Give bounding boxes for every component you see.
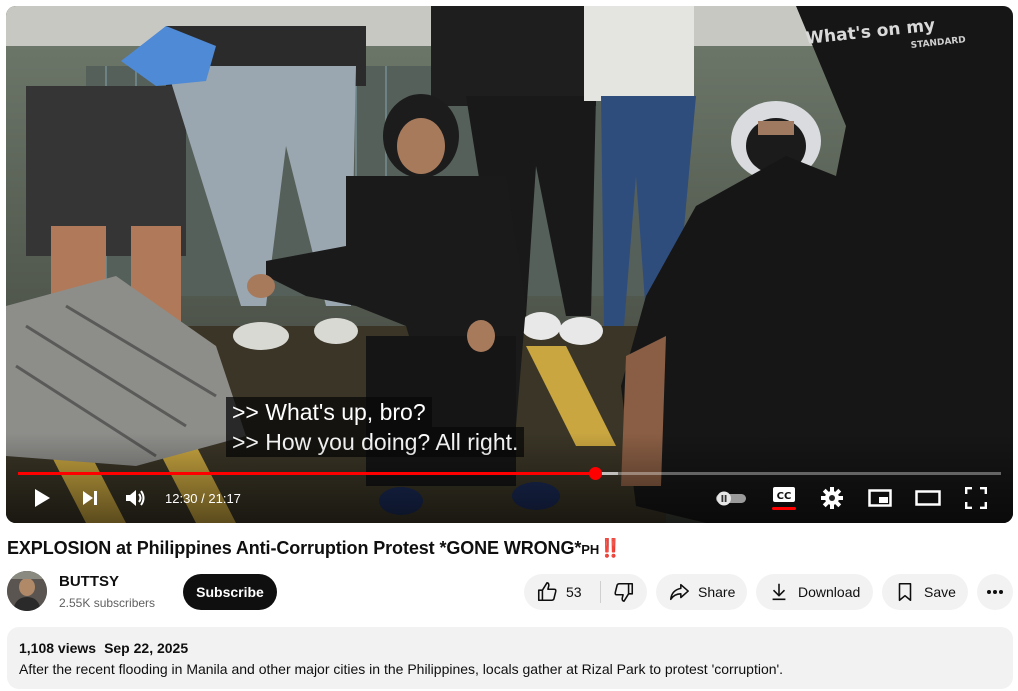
dislike-button[interactable] [601, 574, 647, 610]
thumbs-up-icon [537, 582, 557, 602]
video-title-text: EXPLOSION at Philippines Anti-Corruption… [7, 538, 582, 558]
time-display: 12:30 / 21:17 [165, 491, 241, 506]
miniplayer-button[interactable] [866, 484, 894, 512]
thumbs-down-icon [614, 582, 634, 602]
controls-gradient [6, 433, 1013, 523]
settings-button[interactable] [818, 484, 846, 512]
share-icon [669, 583, 689, 601]
play-icon [35, 489, 50, 507]
cc-icon: CC [773, 487, 795, 502]
progress-fill [18, 472, 596, 475]
like-count: 53 [566, 584, 582, 600]
share-button[interactable]: Share [656, 574, 747, 610]
autoplay-toggle[interactable] [713, 484, 749, 512]
download-icon [772, 583, 786, 601]
fullscreen-icon [965, 487, 987, 509]
autoplay-toggle-icon [716, 491, 746, 506]
svg-text:CC: CC [777, 491, 792, 502]
avatar-image [7, 571, 47, 611]
play-button[interactable] [28, 484, 56, 512]
view-count: 1,108 views [19, 640, 97, 656]
exclamation-emoji: ‼️ [599, 538, 622, 558]
subscribe-button[interactable]: Subscribe [183, 574, 277, 610]
description-meta: 1,108 views Sep 22, 2025 [19, 640, 196, 656]
subscriber-count: 2.55K subscribers [59, 596, 156, 610]
download-button[interactable]: Download [756, 574, 873, 610]
settings-icon [821, 487, 843, 509]
like-button[interactable]: 53 [524, 574, 600, 610]
cc-active-indicator [772, 507, 796, 510]
volume-icon [126, 490, 145, 506]
share-label: Share [698, 584, 736, 600]
more-horizontal-icon [987, 590, 1003, 594]
channel-name[interactable]: BUTTSY [59, 573, 119, 590]
video-title: EXPLOSION at Philippines Anti-Corruption… [7, 538, 622, 559]
more-actions-button[interactable] [977, 574, 1013, 610]
upload-date: Sep 22, 2025 [104, 640, 189, 656]
description-text: After the recent flooding in Manila and … [19, 661, 784, 677]
captions-button[interactable]: CC [770, 484, 798, 512]
video-title-suffix: PH [581, 542, 600, 557]
next-button[interactable] [76, 484, 104, 512]
like-dislike-group: 53 [524, 574, 647, 610]
volume-button[interactable] [122, 484, 150, 512]
scrubber-handle[interactable] [589, 467, 603, 480]
next-icon [83, 491, 97, 505]
channel-avatar[interactable] [7, 571, 47, 611]
download-label: Download [798, 584, 861, 600]
bookmark-icon [898, 582, 912, 602]
save-button[interactable]: Save [882, 574, 968, 610]
save-label: Save [924, 584, 956, 600]
progress-bar[interactable] [18, 467, 1001, 480]
video-player[interactable]: What's on my STANDARD >> What's up, bro?… [6, 6, 1013, 523]
theater-icon [915, 490, 941, 506]
description-box[interactable]: 1,108 views Sep 22, 2025 After the recent… [7, 627, 1013, 689]
fullscreen-button[interactable] [962, 484, 990, 512]
caption-line-1: >> What's up, bro? [226, 397, 432, 427]
miniplayer-icon [868, 489, 892, 507]
theater-mode-button[interactable] [914, 484, 942, 512]
